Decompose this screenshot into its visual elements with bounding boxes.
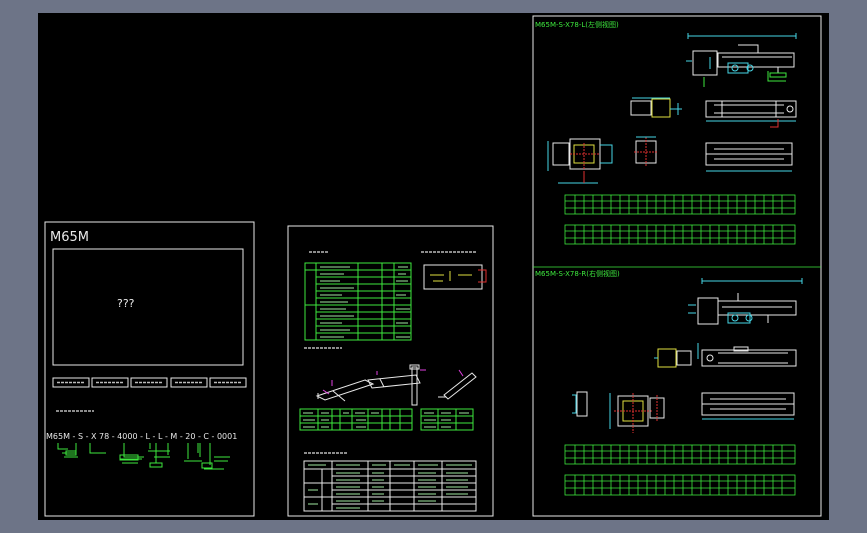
- dimension-table-L2: [564, 224, 796, 245]
- view-right-title: M65M-S-X78-R(右侧视图): [535, 269, 620, 278]
- motor-table: [303, 460, 477, 512]
- right-sheet: M65M-S-X78-L(左侧视图) M65M-S-X78-R(右侧视图): [532, 15, 822, 517]
- product-title: M65M: [50, 230, 89, 245]
- right-sheet-border: [532, 15, 822, 517]
- load-table: [299, 408, 474, 431]
- order-code: M65M - S - X 78 - 4000 - L - L - M - 20 …: [46, 432, 237, 441]
- view-left-title: M65M-S-X78-L(左侧视图): [535, 20, 619, 29]
- cad-drawing-area: M65M ??? M65M - S - X 78 - 4000 - L - L …: [38, 13, 829, 520]
- cad-drawing: M65M ??? M65M - S - X 78 - 4000 - L - L …: [44, 15, 822, 517]
- actuator-front-view-L: [630, 97, 797, 128]
- actuator-top-view-L: [686, 33, 797, 87]
- actuator-end-view-R: [572, 391, 795, 433]
- mounting-sketches: [315, 364, 477, 406]
- product-image-frame: [52, 248, 244, 366]
- feature-tags: [52, 377, 247, 388]
- wiring-diagram: [423, 264, 487, 290]
- dimension-table-L1: [564, 194, 796, 215]
- left-sheet-border: [44, 221, 255, 517]
- image-placeholder: ???: [117, 297, 135, 310]
- order-code-legend: [57, 443, 230, 470]
- actuator-end-view-L: [547, 136, 793, 184]
- dimension-table-R2: [564, 474, 796, 496]
- actuator-top-view-R: [688, 278, 803, 325]
- dimension-table-R1: [564, 444, 796, 465]
- left-sheet: M65M ??? M65M - S - X 78 - 4000 - L - L …: [44, 221, 255, 517]
- actuator-front-view-R: [654, 343, 797, 368]
- spec-table: [304, 262, 412, 341]
- middle-sheet: [287, 225, 494, 517]
